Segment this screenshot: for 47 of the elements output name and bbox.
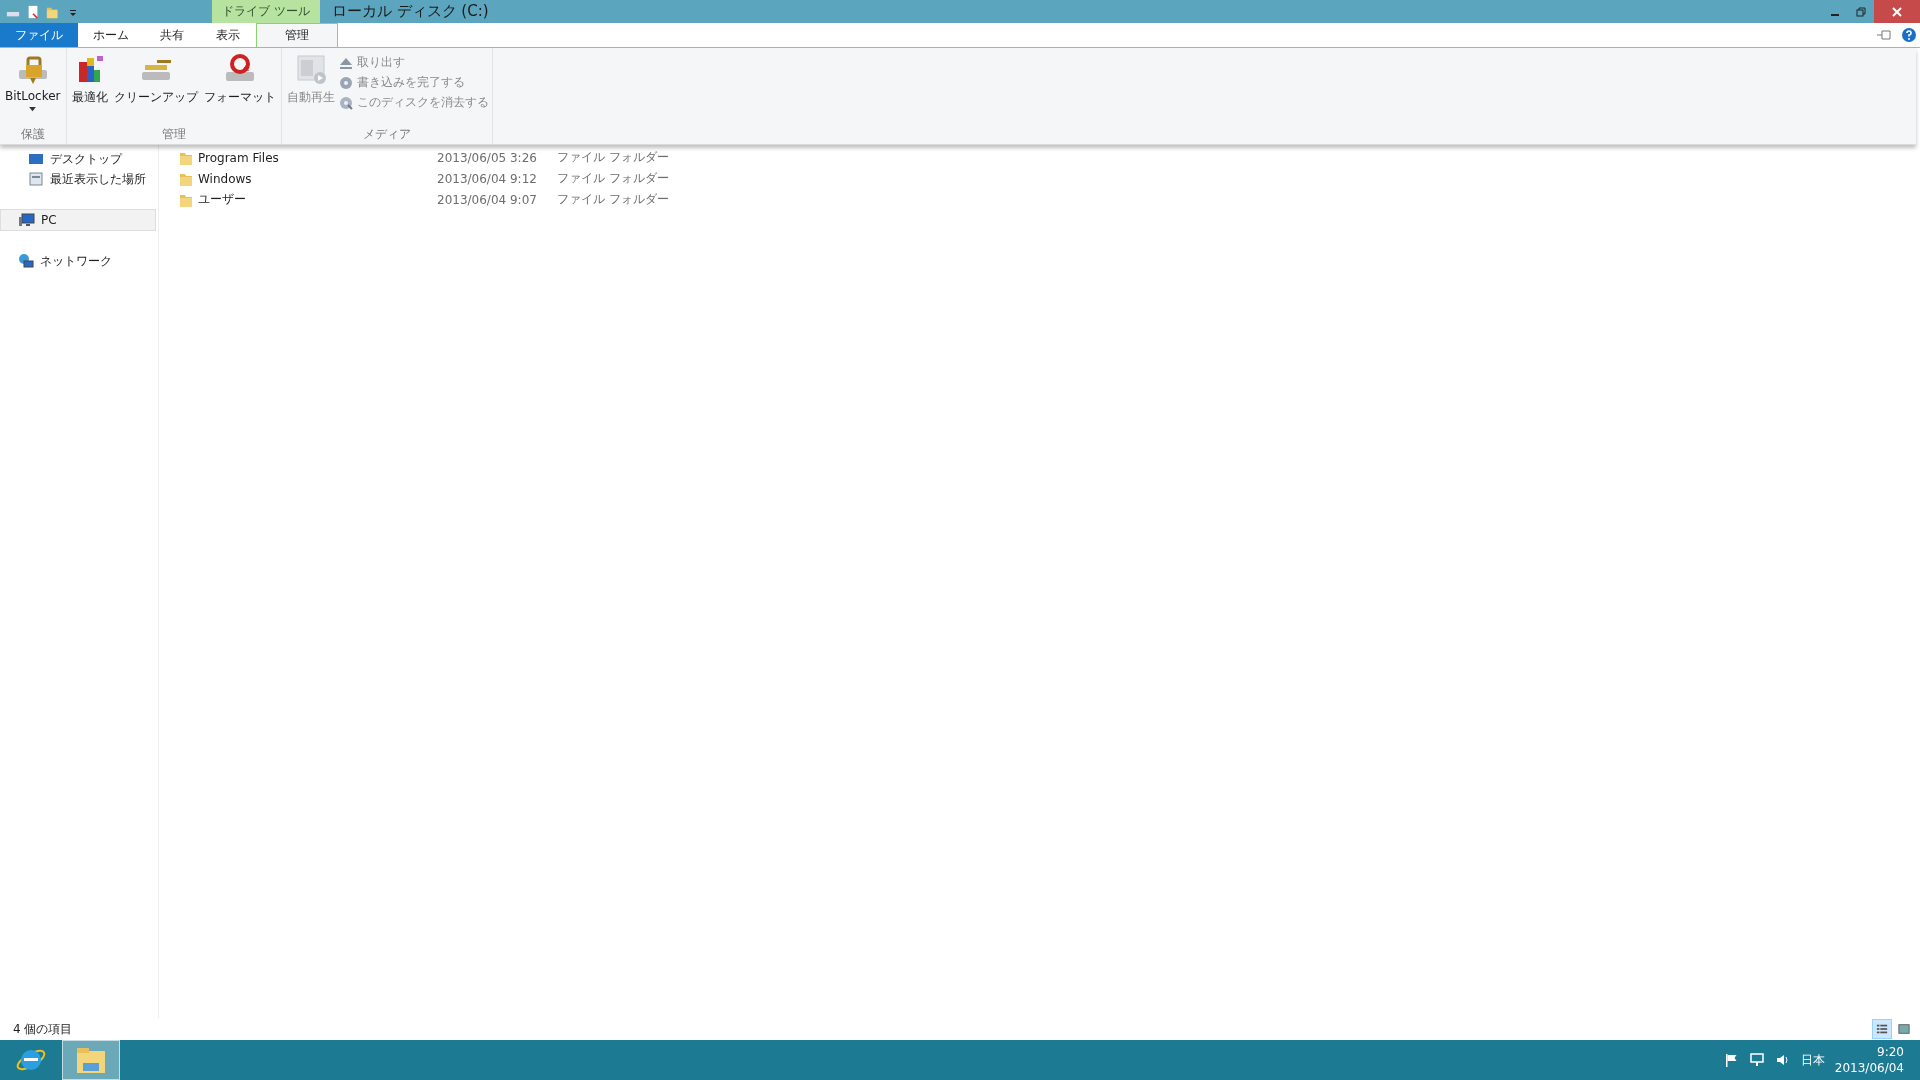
ribbon-button[interactable]: フォーマット (201, 52, 278, 126)
ribbon-tab[interactable]: ホーム (78, 23, 144, 47)
date-modified: 2013/06/04 9:12 (437, 171, 538, 186)
file-name[interactable]: Program Files (179, 149, 437, 166)
date-modified: 2013/06/04 9:07 (437, 192, 538, 207)
language-indicator[interactable]: 日本 (1800, 1051, 1825, 1069)
group-label: 管理 (160, 126, 187, 143)
desktop-icon (28, 151, 44, 167)
clock-date: 2013/06/04 (1834, 1060, 1904, 1076)
help-icon[interactable] (1902, 28, 1916, 42)
file-type: ファイル フォルダー (557, 191, 669, 208)
recent-places-icon (28, 171, 44, 187)
ribbon-tab[interactable]: 共有 (144, 23, 200, 47)
window-title: ローカル ディスク (C:) (330, 1, 490, 22)
restore-icon[interactable] (1856, 6, 1866, 17)
network-icon (18, 253, 34, 269)
computer-icon (19, 212, 35, 228)
file-name[interactable]: ユーザー (179, 191, 437, 208)
ribbon-tab[interactable]: 表示 (200, 23, 256, 47)
date-modified: 2013/06/05 3:26 (437, 150, 538, 165)
details-view-button[interactable] (1872, 1019, 1892, 1039)
nav-item[interactable]: 最近表示した場所 (0, 169, 158, 189)
speaker-icon[interactable] (1774, 1052, 1791, 1068)
pin-icon[interactable] (1876, 29, 1894, 41)
ribbon-tab[interactable]: ファイル (0, 23, 78, 47)
document-icon[interactable] (26, 3, 40, 20)
ribbon-button[interactable]: クリーンアップ (111, 52, 200, 126)
group-label: 保護 (19, 126, 46, 143)
ribbon-button[interactable]: 最適化 (69, 52, 110, 126)
item-count: 4 個の項目 (13, 1020, 73, 1038)
ribbon-tab[interactable]: 管理 (256, 23, 338, 47)
list-icon (1876, 1023, 1888, 1035)
ribbon-button[interactable]: BitLocker (3, 52, 63, 126)
disc-icon (338, 75, 353, 90)
group-label: メディア (361, 126, 412, 143)
nav-item[interactable]: デスクトップ (0, 149, 158, 169)
network-icon[interactable] (1748, 1052, 1765, 1068)
file-name[interactable]: Windows (179, 170, 437, 187)
file-type: ファイル フォルダー (557, 170, 669, 187)
nav-item[interactable]: PC (0, 209, 156, 231)
clock-time: 9:20 (1877, 1044, 1904, 1060)
disc-icon (338, 95, 353, 110)
close-icon[interactable] (1892, 6, 1902, 17)
nav-item[interactable]: ネットワーク (0, 251, 158, 271)
context-tab-label: ドライブ ツール (212, 0, 320, 23)
picture-icon (1898, 1023, 1910, 1035)
file-type: ファイル フォルダー (557, 149, 669, 166)
